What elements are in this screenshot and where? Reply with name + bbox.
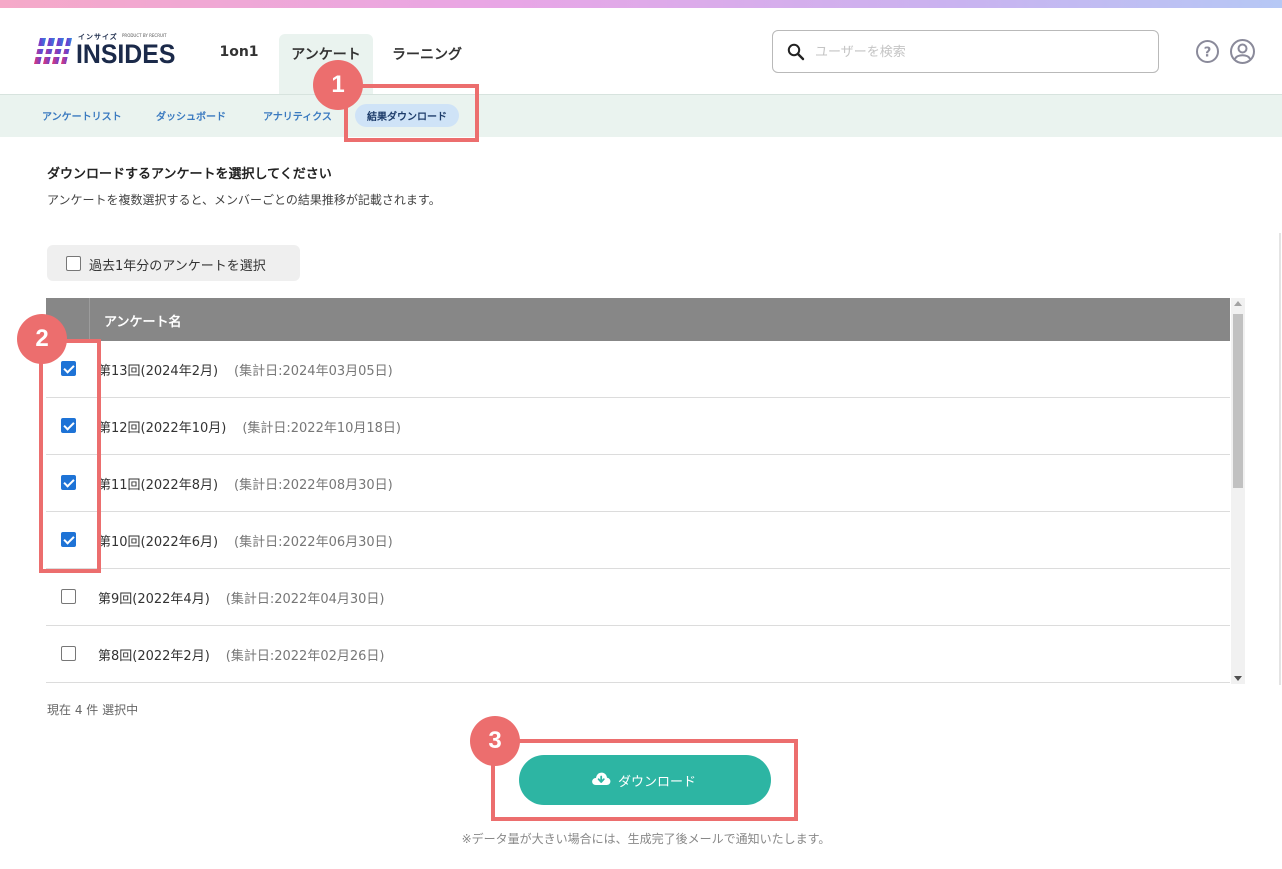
insides-logo[interactable]: インサイズ PRODUCT BY RECRUIT INSIDES — [32, 32, 177, 72]
selection-count: 現在 4 件 選択中 — [47, 703, 139, 717]
survey-date: (集計日:2022年06月30日) — [234, 535, 393, 550]
logo-text: INSIDES — [76, 39, 176, 69]
table-row[interactable]: 第10回(2022年6月) (集計日:2022年06月30日) — [46, 512, 1230, 569]
scrollbar-thumb[interactable] — [1233, 314, 1243, 488]
tab-1on1-label: 1on1 — [219, 44, 259, 60]
tab-1on1[interactable]: 1on1 — [212, 34, 266, 94]
highlight-box-2 — [39, 339, 101, 573]
header-divider — [89, 298, 90, 341]
select-past-year-button[interactable]: 過去1年分のアンケートを選択 — [47, 245, 300, 281]
scroll-up-arrow-icon[interactable] — [1234, 301, 1242, 306]
header: インサイズ PRODUCT BY RECRUIT INSIDES 1on1 アン… — [0, 8, 1282, 94]
survey-date: (集計日:2022年02月26日) — [225, 649, 385, 664]
survey-name: 第9回(2022年4月) — [98, 592, 210, 607]
select-past-year-label: 過去1年分のアンケートを選択 — [89, 259, 266, 274]
step-badge-1: 1 — [313, 60, 363, 110]
subtab-survey-list[interactable]: アンケートリスト — [42, 108, 122, 123]
select-past-year-checkbox[interactable] — [66, 256, 81, 271]
page-description: アンケートを複数選択すると、メンバーごとの結果推移が記載されます。 — [47, 193, 441, 207]
help-icon[interactable]: ? — [1195, 39, 1220, 64]
logo-tagline: PRODUCT BY RECRUIT — [122, 33, 167, 38]
survey-date: (集計日:2022年08月30日) — [234, 478, 393, 493]
scroll-down-arrow-icon[interactable] — [1234, 676, 1242, 681]
top-gradient-bar — [0, 0, 1282, 8]
page-heading: ダウンロードするアンケートを選択してください — [47, 167, 332, 182]
user-search-box[interactable] — [772, 30, 1159, 73]
survey-name: 第10回(2022年6月) — [98, 535, 219, 550]
survey-name: 第13回(2024年2月) — [98, 364, 219, 379]
page-scrollbar-edge — [1279, 233, 1281, 685]
survey-date: (集計日:2022年10月18日) — [242, 421, 402, 436]
table-row[interactable]: 第9回(2022年4月) (集計日:2022年04月30日) — [46, 569, 1230, 626]
search-icon — [787, 43, 805, 61]
table-row[interactable]: 第8回(2022年2月) (集計日:2022年02月26日) — [46, 626, 1230, 683]
subtab-analytics[interactable]: アナリティクス — [263, 108, 332, 123]
survey-name: 第8回(2022年2月) — [98, 649, 210, 664]
subtab-dashboard[interactable]: ダッシュボード — [156, 108, 226, 123]
highlight-box-1 — [344, 84, 479, 142]
search-input[interactable] — [815, 40, 1135, 64]
survey-rows: 第13回(2024年2月) (集計日:2024年03月05日) 第12回(2022… — [46, 341, 1230, 683]
svg-text:?: ? — [1204, 46, 1212, 61]
step-badge-2: 2 — [17, 314, 67, 364]
row-checkbox[interactable] — [61, 589, 76, 604]
insides-logo-mark-icon — [32, 38, 72, 64]
survey-table: アンケート名 第13回(2024年2月) (集計日:2024年03月05日) 第1… — [46, 298, 1231, 684]
table-row[interactable]: 第13回(2024年2月) (集計日:2024年03月05日) — [46, 341, 1230, 398]
survey-date: (集計日:2022年04月30日) — [225, 592, 385, 607]
highlight-box-3 — [491, 739, 798, 821]
survey-date: (集計日:2024年03月05日) — [234, 364, 393, 379]
user-account-icon[interactable] — [1229, 38, 1256, 65]
step-badge-3: 3 — [470, 716, 520, 766]
sub-navigation: アンケートリスト ダッシュボード アナリティクス 結果ダウンロード — [0, 94, 1282, 137]
tab-learning-label: ラーニング — [392, 47, 462, 63]
table-row[interactable]: 第11回(2022年8月) (集計日:2022年08月30日) — [46, 455, 1230, 512]
download-note: ※データ量が大きい場合には、生成完了後メールで通知いたします。 — [461, 832, 831, 846]
survey-name: 第12回(2022年10月) — [98, 421, 227, 436]
tab-survey-label: アンケート — [291, 47, 361, 63]
table-scrollbar[interactable] — [1231, 298, 1245, 684]
table-header: アンケート名 — [46, 298, 1230, 341]
row-checkbox[interactable] — [61, 646, 76, 661]
column-header-survey-name: アンケート名 — [104, 315, 182, 330]
survey-name: 第11回(2022年8月) — [98, 478, 219, 493]
table-row[interactable]: 第12回(2022年10月) (集計日:2022年10月18日) — [46, 398, 1230, 455]
